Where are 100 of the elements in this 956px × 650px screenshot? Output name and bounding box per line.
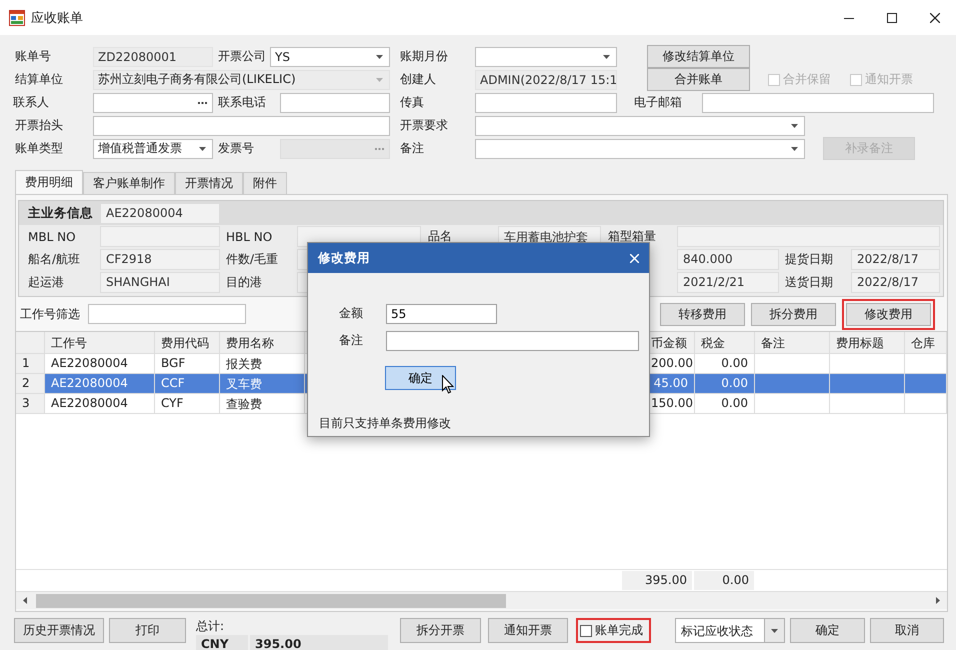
field-label: 备注 [339, 332, 364, 349]
close-icon [930, 12, 940, 22]
row-number: 2 [16, 374, 45, 394]
field-label: 备注 [400, 140, 425, 157]
info-value: 2021/2/21 [677, 272, 779, 293]
field-label: 开票公司 [218, 48, 267, 65]
currency-value: CNY [196, 635, 248, 650]
column-header[interactable]: 费用标题 [830, 332, 905, 354]
total-amount: 395.00 [250, 635, 388, 650]
info-label: MBL NO [28, 230, 77, 244]
table-cell: 0.00 [695, 374, 755, 394]
column-header[interactable]: 税金 [695, 332, 755, 354]
column-header[interactable]: 费用名称 [220, 332, 305, 354]
scrollbar-thumb[interactable] [36, 594, 506, 608]
section-title: 主业务信息 [28, 204, 94, 222]
dropdown-caret-icon [771, 628, 778, 632]
dropdown[interactable] [475, 116, 805, 136]
table-cell: AE22080004 [45, 374, 155, 394]
table-cell: CCF [155, 374, 220, 394]
form-button[interactable]: 修改结算单位 [647, 45, 750, 68]
note-text: 目前只支持单条费用修改 [319, 415, 451, 432]
info-value: 2022/8/17 [851, 272, 940, 293]
field-label: 联系人 [13, 94, 50, 111]
dropdown-caret-icon [791, 146, 798, 150]
dropdown-caret-icon [376, 54, 383, 58]
checkbox[interactable]: 账单完成 [580, 622, 647, 639]
info-value: 840.000 [677, 249, 779, 270]
info-label: HBL NO [226, 230, 274, 244]
table-cell: AE22080004 [45, 394, 155, 414]
info-label: 件数/毛重 [226, 251, 280, 268]
fee-button[interactable]: 拆分费用 [751, 302, 836, 326]
total-label: 总计: [196, 618, 226, 635]
field-label: 电子邮箱 [634, 94, 683, 111]
field-label: 联系电话 [218, 94, 267, 111]
row-number: 1 [16, 354, 45, 374]
fee-button[interactable]: 转移费用 [660, 302, 745, 326]
field-label: 结算单位 [15, 71, 64, 88]
ok-button[interactable]: 确定 [385, 366, 456, 390]
info-label: 目的港 [226, 274, 263, 291]
info-label: 提货日期 [785, 251, 834, 268]
dropdown[interactable] [475, 46, 617, 66]
field-label: 发票号 [218, 140, 255, 157]
field-label: 账期月份 [400, 48, 449, 65]
info-label: 箱型箱量 [608, 228, 657, 245]
window-title: 应收账单 [31, 10, 83, 26]
input-field[interactable] [702, 92, 934, 112]
form-button[interactable]: 合并账单 [647, 68, 750, 91]
table-cell: 叉车费 [220, 374, 305, 394]
field-label: 传真 [400, 94, 425, 111]
dialog-title: 修改费用 [318, 250, 370, 266]
action-button[interactable]: 拆分开票 [400, 618, 481, 643]
app-icon [9, 10, 25, 26]
action-button[interactable]: 打印 [109, 618, 186, 643]
info-value: SHANGHAI [100, 272, 220, 293]
info-label: 送货日期 [785, 274, 834, 291]
field-label: 金额 [339, 305, 364, 322]
column-header[interactable]: 费用代码 [155, 332, 220, 354]
split-button[interactable]: 标记应收状态 [675, 618, 785, 643]
lookup-field[interactable] [93, 92, 213, 112]
field-label: 账单号 [15, 48, 52, 65]
filter-field[interactable] [88, 304, 246, 324]
row-number: 3 [16, 394, 45, 414]
table-cell: CYF [155, 394, 220, 414]
dropdown[interactable] [475, 138, 805, 158]
field-label: 账单类型 [15, 140, 64, 157]
tab[interactable]: 客户账单制作 [83, 172, 175, 194]
field-label: 创建人 [400, 71, 437, 88]
input-field[interactable] [386, 330, 639, 350]
tab[interactable]: 开票情况 [175, 172, 243, 194]
total-cell: 0.00 [694, 571, 754, 590]
info-value: 2022/8/17 [851, 249, 940, 270]
close-icon [630, 254, 638, 262]
mouse-cursor-icon [442, 375, 454, 394]
action-button[interactable]: 取消 [870, 618, 944, 643]
action-button[interactable]: 通知开票 [488, 618, 568, 643]
column-header[interactable]: 备注 [755, 332, 830, 354]
filter-label: 工作号筛选 [20, 306, 80, 322]
tab[interactable]: 费用明细 [15, 170, 83, 194]
info-label: 起运港 [28, 274, 65, 291]
dropdown[interactable]: 增值税普通发票 [93, 138, 213, 158]
column-header[interactable]: 工作号 [45, 332, 155, 354]
field-label: 开票要求 [400, 117, 449, 134]
maximize-icon [886, 12, 896, 22]
action-button[interactable]: 历史开票情况 [14, 618, 104, 643]
action-button[interactable]: 确定 [790, 618, 865, 643]
input-field[interactable] [475, 92, 617, 112]
input-field[interactable] [280, 92, 390, 112]
dropdown[interactable]: YS [270, 46, 390, 66]
tab[interactable]: 附件 [243, 172, 287, 194]
dropdown-caret-icon [603, 54, 610, 58]
info-value: CF2918 [100, 249, 220, 270]
dropdown-caret-icon [376, 78, 383, 82]
field-label: 开票抬头 [15, 117, 64, 134]
column-header[interactable]: 仓库 [905, 332, 947, 354]
input-field[interactable]: 55 [386, 304, 497, 324]
readonly-field: ADMIN(2022/8/17 15:1 [475, 70, 617, 90]
table-cell: 0.00 [695, 394, 755, 414]
input-field[interactable] [93, 116, 390, 136]
total-cell: 395.00 [622, 571, 692, 590]
fee-button[interactable]: 修改费用 [846, 302, 931, 326]
